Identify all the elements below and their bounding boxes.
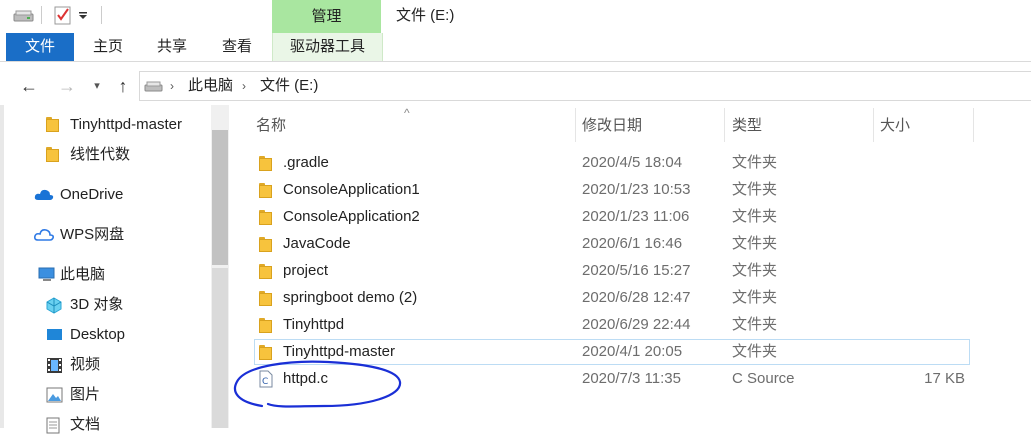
file-type: 文件夹 — [732, 316, 778, 333]
file-date: 2020/7/3 11:35 — [582, 370, 681, 387]
file-name: ConsoleApplication2 — [283, 208, 420, 225]
file-row[interactable]: ConsoleApplication1 2020/1/23 10:53 文件夹 — [254, 177, 970, 203]
folder-icon — [259, 291, 272, 306]
file-date: 2020/1/23 11:06 — [582, 208, 690, 225]
folder-icon — [259, 210, 272, 225]
file-name: .gradle — [283, 154, 329, 171]
toolbar-divider — [101, 6, 102, 24]
wps-cloud-icon — [34, 229, 54, 241]
breadcrumb-separator-icon: › — [170, 79, 174, 93]
window-title: 文件 (E:) — [396, 7, 455, 24]
column-header-name[interactable]: 名称 — [256, 112, 286, 140]
column-divider[interactable] — [973, 108, 974, 142]
file-type: C Source — [732, 370, 795, 387]
file-type: 文件夹 — [732, 289, 778, 306]
breadcrumb-separator-icon: › — [242, 79, 246, 93]
drive-icon — [144, 81, 163, 92]
folder-icon — [259, 237, 272, 252]
breadcrumb-drive-e[interactable]: 文件 (E:) — [260, 72, 318, 100]
folder-icon — [46, 117, 59, 132]
onedrive-icon — [34, 189, 54, 200]
drive-icon[interactable] — [13, 8, 35, 24]
folder-icon — [46, 147, 59, 162]
recent-locations-chevron-icon[interactable]: ▾ — [88, 74, 106, 98]
file-name: ConsoleApplication1 — [283, 181, 420, 198]
file-date: 2020/6/28 12:47 — [582, 289, 691, 306]
file-row[interactable]: .gradle 2020/4/5 18:04 文件夹 — [254, 150, 970, 176]
file-date: 2020/1/23 10:53 — [582, 181, 691, 198]
file-type: 文件夹 — [732, 235, 778, 252]
file-type: 文件夹 — [732, 154, 778, 171]
up-arrow-icon[interactable]: ↑ — [113, 74, 133, 98]
back-arrow-icon[interactable]: ← — [17, 74, 41, 98]
forward-arrow-icon[interactable]: → — [55, 74, 79, 98]
computer-icon — [38, 267, 55, 281]
column-divider[interactable] — [575, 108, 576, 142]
hand-drawn-circle-annotation — [233, 360, 402, 408]
file-row[interactable]: project 2020/5/16 15:27 文件夹 — [254, 258, 970, 284]
tab-file[interactable]: 文件 — [6, 33, 74, 61]
file-row[interactable]: ConsoleApplication2 2020/1/23 11:06 文件夹 — [254, 204, 970, 230]
address-bar[interactable]: › 此电脑 › 文件 (E:) — [139, 71, 1031, 101]
column-header-date[interactable]: 修改日期 — [582, 112, 642, 140]
nav-pane-scrollbar-thumb[interactable] — [212, 130, 228, 265]
file-type: 文件夹 — [732, 262, 778, 279]
tab-drive-tools[interactable]: 驱动器工具 — [272, 33, 383, 61]
folder-icon — [259, 183, 272, 198]
folder-icon — [259, 264, 272, 279]
file-name: Tinyhttpd — [283, 316, 345, 333]
file-date: 2020/5/16 15:27 — [582, 262, 691, 279]
file-row[interactable]: JavaCode 2020/6/1 16:46 文件夹 — [254, 231, 970, 257]
file-row[interactable]: Tinyhttpd 2020/6/29 22:44 文件夹 — [254, 312, 970, 338]
customize-toolbar-icon[interactable] — [78, 12, 88, 20]
file-type: 文件夹 — [732, 343, 778, 360]
quick-access-toolbar — [0, 0, 272, 33]
properties-icon[interactable] — [54, 5, 72, 25]
column-header-type[interactable]: 类型 — [732, 112, 762, 140]
file-name: project — [283, 262, 329, 279]
column-divider[interactable] — [724, 108, 725, 142]
sort-ascending-icon: ^ — [404, 106, 410, 120]
file-size: 17 KB — [924, 370, 965, 387]
tab-home[interactable]: 主页 — [80, 33, 136, 61]
folder-icon — [259, 318, 272, 333]
file-date: 2020/6/1 16:46 — [582, 235, 683, 252]
file-name: JavaCode — [283, 235, 351, 252]
breadcrumb-this-pc[interactable]: 此电脑 — [188, 72, 233, 100]
desktop-icon — [47, 329, 62, 340]
video-icon — [47, 358, 62, 373]
contextual-tab-manage[interactable]: 管理 — [272, 0, 381, 33]
file-row[interactable]: springboot demo (2) 2020/6/28 12:47 文件夹 — [254, 285, 970, 311]
tab-share[interactable]: 共享 — [144, 33, 200, 61]
column-divider[interactable] — [873, 108, 874, 142]
file-date: 2020/4/1 20:05 — [582, 343, 683, 360]
tab-view[interactable]: 查看 — [209, 33, 265, 61]
file-name: springboot demo (2) — [283, 289, 418, 306]
folder-icon — [259, 156, 272, 171]
file-date: 2020/4/5 18:04 — [582, 154, 683, 171]
toolbar-divider — [41, 6, 42, 24]
file-type: 文件夹 — [732, 181, 778, 198]
file-date: 2020/6/29 22:44 — [582, 316, 691, 333]
file-type: 文件夹 — [732, 208, 778, 225]
column-header-size[interactable]: 大小 — [880, 112, 910, 140]
nav-pane-scrollbar-track[interactable] — [212, 268, 228, 428]
documents-icon — [46, 417, 60, 434]
3d-objects-icon — [46, 297, 62, 314]
pictures-icon — [46, 387, 63, 403]
navigation-pane: Tinyhttpd-master 线性代数 OneDrive WPS网盘 此电脑… — [0, 105, 211, 434]
